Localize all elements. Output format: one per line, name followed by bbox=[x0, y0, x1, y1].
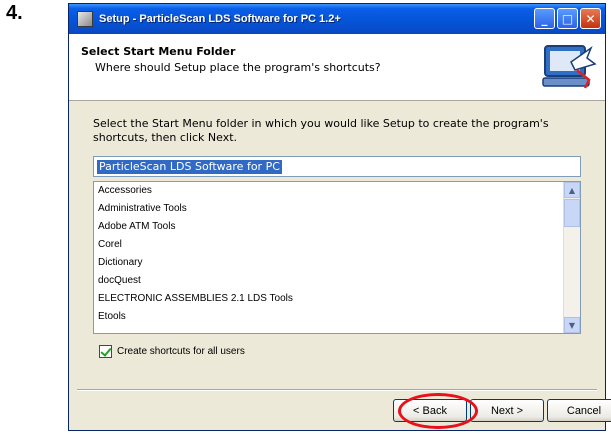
page-title: Select Start Menu Folder bbox=[81, 45, 236, 58]
wizard-body: Select the Start Menu folder in which yo… bbox=[69, 101, 611, 430]
page-subtitle: Where should Setup place the program's s… bbox=[95, 61, 381, 74]
setup-window: Setup - ParticleScan LDS Software for PC… bbox=[68, 3, 611, 431]
instruction-text: Select the Start Menu folder in which yo… bbox=[93, 117, 549, 144]
window-title: Setup - ParticleScan LDS Software for PC… bbox=[99, 13, 341, 25]
computer-shortcut-icon bbox=[542, 45, 597, 89]
list-item[interactable]: Accessories bbox=[94, 182, 580, 200]
step-number: 4. bbox=[6, 2, 23, 24]
folder-input-value: ParticleScan LDS Software for PC bbox=[97, 160, 282, 174]
all-users-checkbox-label[interactable]: Create shortcuts for all users bbox=[117, 346, 245, 357]
all-users-option[interactable]: Create shortcuts for all users bbox=[99, 345, 245, 358]
next-button-highlight-circle bbox=[398, 393, 478, 429]
wizard-header: Select Start Menu Folder Where should Se… bbox=[69, 34, 605, 101]
all-users-checkbox[interactable] bbox=[99, 345, 112, 358]
folder-list[interactable]: Accessories Administrative Tools Adobe A… bbox=[93, 181, 581, 334]
title-bar[interactable]: Setup - ParticleScan LDS Software for PC… bbox=[69, 4, 605, 34]
start-menu-folder-input[interactable]: ParticleScan LDS Software for PC bbox=[93, 156, 581, 177]
list-item[interactable]: ELECTRONIC ASSEMBLIES 2.1 LDS Tools bbox=[94, 290, 580, 308]
list-item[interactable]: docQuest bbox=[94, 272, 580, 290]
list-item[interactable]: Adobe ATM Tools bbox=[94, 218, 580, 236]
button-separator bbox=[77, 389, 597, 391]
list-item[interactable]: Dictionary bbox=[94, 254, 580, 272]
list-item[interactable]: Corel bbox=[94, 236, 580, 254]
setup-app-icon bbox=[77, 11, 93, 27]
close-button[interactable]: ✕ bbox=[580, 8, 601, 29]
scroll-up-icon[interactable]: ▲ bbox=[564, 182, 580, 198]
scroll-thumb[interactable] bbox=[564, 199, 580, 227]
next-button[interactable]: Next > bbox=[470, 399, 544, 422]
list-scrollbar[interactable]: ▲ ▼ bbox=[563, 182, 580, 333]
scroll-down-icon[interactable]: ▼ bbox=[564, 317, 580, 333]
cancel-button[interactable]: Cancel bbox=[547, 399, 611, 422]
list-item[interactable]: Etools bbox=[94, 308, 580, 326]
maximize-button[interactable]: □ bbox=[557, 8, 578, 29]
minimize-button[interactable]: _ bbox=[534, 8, 555, 29]
list-item[interactable]: Administrative Tools bbox=[94, 200, 580, 218]
